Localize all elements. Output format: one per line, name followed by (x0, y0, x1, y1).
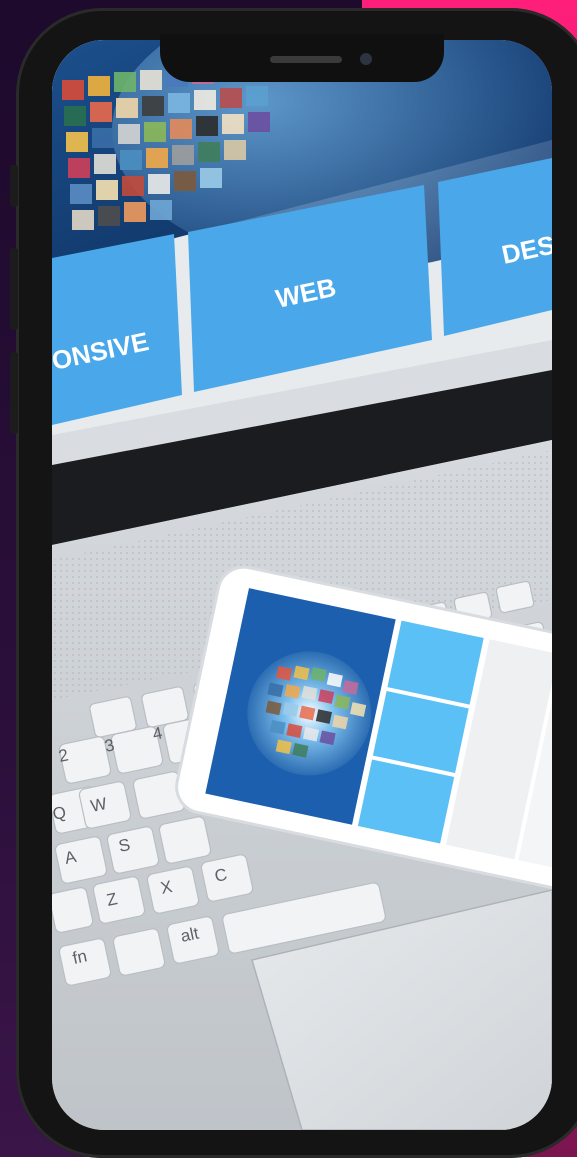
panel-onsive (52, 234, 182, 425)
front-camera (360, 53, 372, 65)
phone-side-button-middle (10, 248, 18, 330)
photo-scene: ONSIVE WEB DES 2 3 4 W Q A S Z X C fn al… (52, 40, 552, 1130)
phone-screen: ONSIVE WEB DES 2 3 4 W Q A S Z X C fn al… (52, 40, 552, 1130)
earpiece-speaker (270, 56, 342, 63)
phone-side-button-top (10, 165, 18, 207)
phone-side-button-bottom (10, 352, 18, 434)
